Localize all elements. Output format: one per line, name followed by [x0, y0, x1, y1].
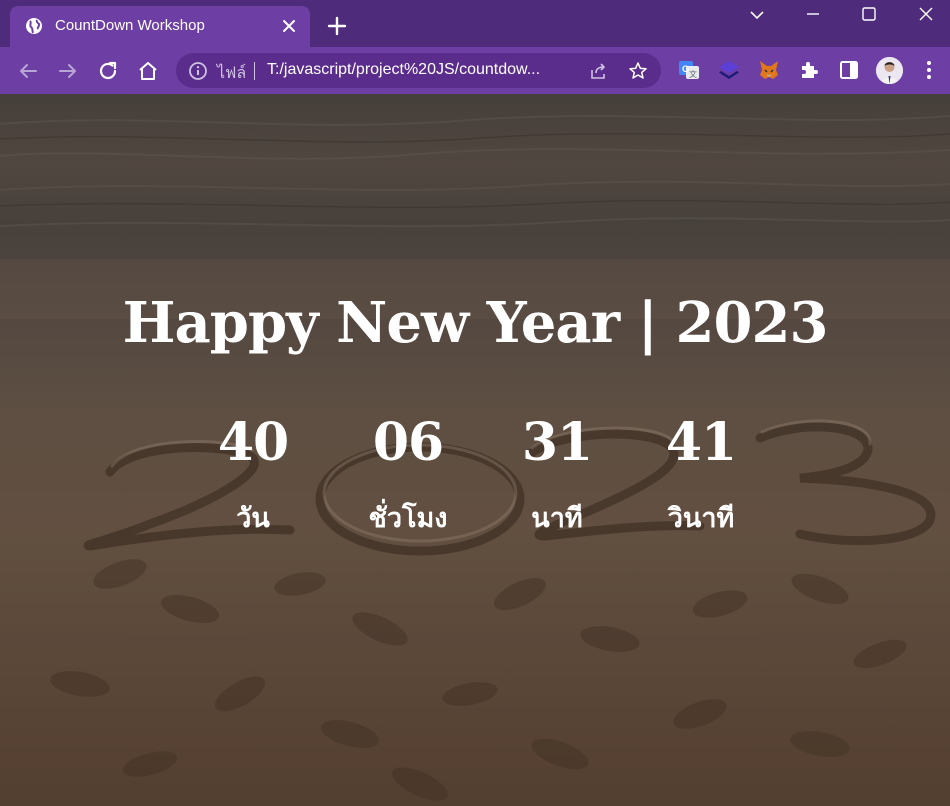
countdown-seconds-value: 41 — [665, 412, 737, 473]
countdown-minutes-label: นาที — [531, 503, 583, 534]
countdown-days-label: วัน — [236, 503, 270, 534]
close-window-icon[interactable] — [914, 4, 938, 24]
google-translate-icon[interactable]: G 文 — [677, 58, 701, 82]
tab-title: CountDown Workshop — [55, 17, 205, 34]
minimize-icon[interactable] — [801, 4, 825, 24]
page-headline: Happy New Year | 2023 — [122, 290, 829, 356]
home-icon[interactable] — [136, 59, 160, 83]
share-icon[interactable] — [588, 61, 608, 81]
profile-avatar[interactable] — [876, 57, 903, 84]
maximize-icon[interactable] — [857, 4, 881, 24]
svg-text:文: 文 — [689, 69, 697, 79]
globe-icon — [26, 18, 42, 34]
countdown-hours-label: ชั่วโมง — [368, 503, 448, 534]
reload-icon[interactable] — [96, 59, 120, 83]
side-panel-icon[interactable] — [837, 58, 861, 82]
metamask-fox-icon[interactable] — [757, 58, 781, 82]
tab-strip: CountDown Workshop — [0, 0, 950, 47]
more-menu-icon[interactable] — [917, 58, 941, 82]
countdown-minutes-value: 31 — [521, 412, 593, 473]
tab-close-icon[interactable] — [280, 17, 298, 35]
extensions-puzzle-icon[interactable] — [797, 58, 821, 82]
svg-text:G: G — [682, 64, 689, 74]
bookmark-star-icon[interactable] — [628, 61, 648, 81]
omnibox-divider — [254, 62, 255, 80]
url-text[interactable]: T:/javascript/project%20JS/countdow... — [267, 61, 540, 79]
page-viewport: Happy New Year | 2023 40 06 31 41 วัน ชั… — [0, 94, 950, 806]
forward-arrow-icon[interactable] — [56, 59, 80, 83]
browser-toolbar: ไฟล์ T:/javascript/project%20JS/countdow… — [0, 47, 950, 94]
countdown-seconds-label: วินาที — [667, 503, 735, 534]
layers-extension-icon[interactable] — [717, 58, 741, 82]
info-icon[interactable] — [188, 61, 208, 81]
tab-search-chevron-icon[interactable] — [745, 4, 769, 24]
back-arrow-icon[interactable] — [16, 59, 40, 83]
browser-window: CountDown Workshop ไฟล์ T:/javascript/pr… — [0, 0, 950, 806]
countdown-hours-value: 06 — [372, 412, 444, 473]
new-tab-plus-icon[interactable] — [324, 13, 350, 39]
tab-countdown-workshop[interactable]: CountDown Workshop — [10, 6, 310, 47]
countdown-days-value: 40 — [217, 412, 289, 473]
file-scheme-label: ไฟล์ — [217, 65, 247, 82]
address-bar[interactable]: ไฟล์ T:/javascript/project%20JS/countdow… — [176, 53, 661, 88]
